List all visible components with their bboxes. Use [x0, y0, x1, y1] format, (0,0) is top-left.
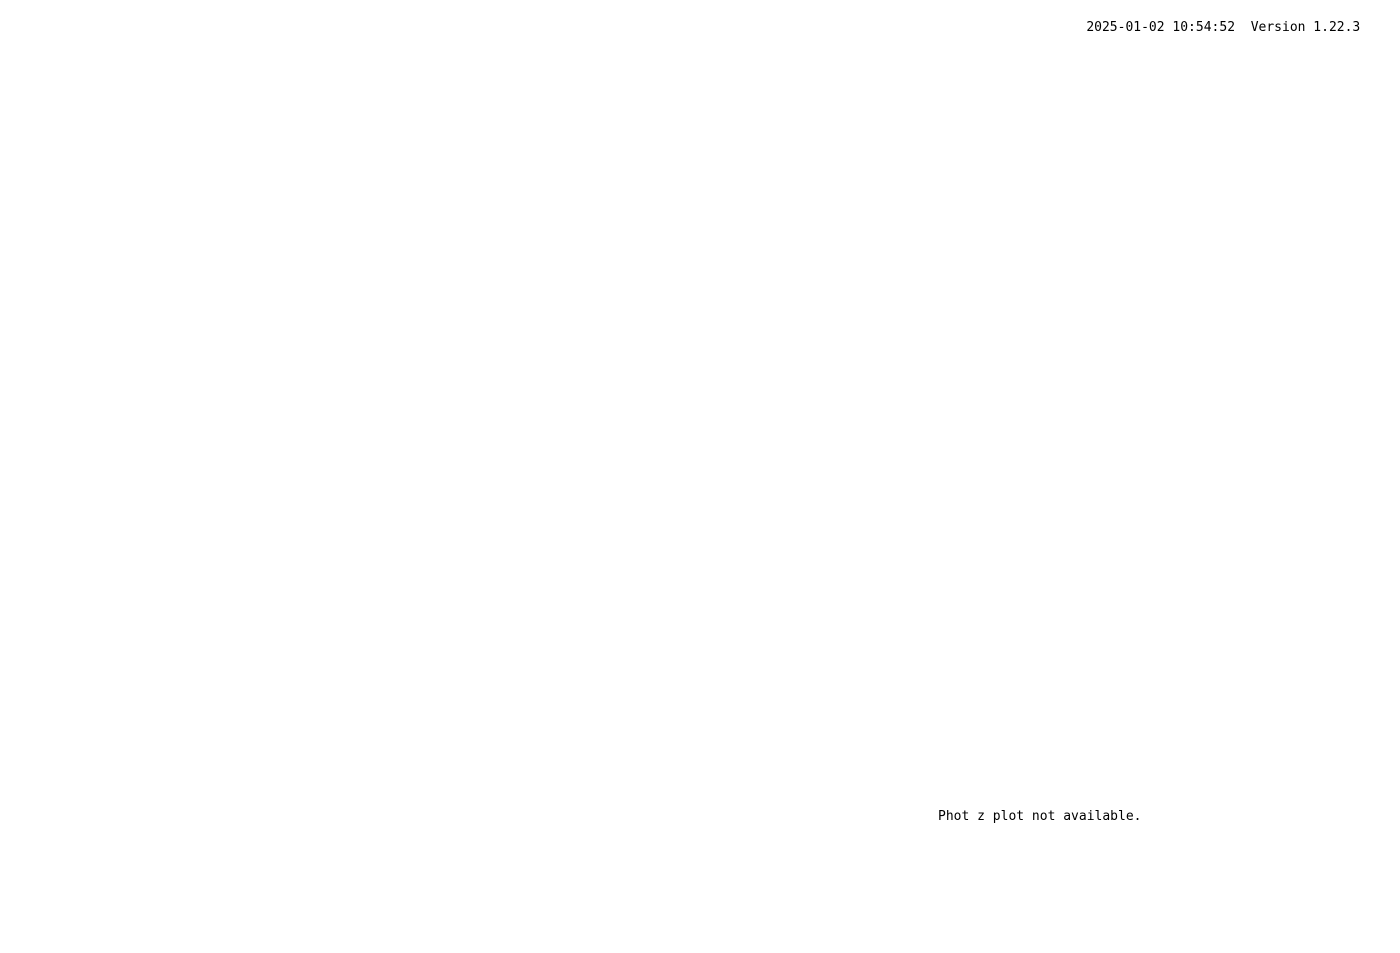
twod-spectra-figure	[420, 28, 820, 258]
photz-note: Phot z plot not available.	[938, 809, 1142, 824]
hetdex-detection-report: 2025-01-02 10:54:52 Version 1.22.3 Phot …	[0, 0, 1400, 953]
report-datetime: 2025-01-02 10:54:52	[1086, 20, 1236, 35]
report-version: Version 1.22.3	[1250, 20, 1361, 35]
report-datetime-version: 2025-01-02 10:54:52 Version 1.22.3	[1055, 5, 1360, 50]
